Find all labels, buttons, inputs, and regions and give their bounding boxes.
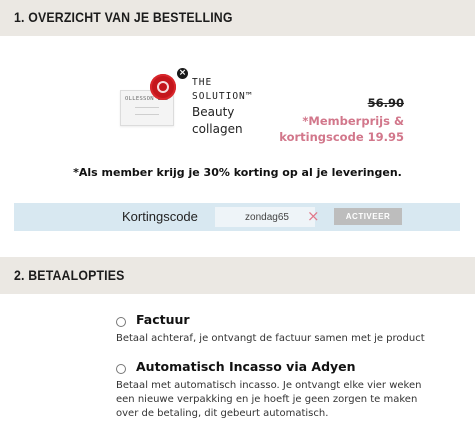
product-image-label bbox=[135, 107, 159, 115]
payment-option-name: Automatisch Incasso via Adyen bbox=[136, 359, 356, 374]
member-price: *Memberprijs & kortingscode 19.95 bbox=[279, 113, 404, 145]
activate-coupon-button[interactable]: ACTIVEER bbox=[334, 208, 402, 225]
radio-button[interactable] bbox=[116, 364, 126, 374]
coupon-input[interactable] bbox=[215, 207, 315, 227]
coupon-label: Kortingscode bbox=[122, 209, 198, 224]
product-name-line2: collagen bbox=[192, 122, 243, 136]
payment-option-name: Factuur bbox=[136, 312, 190, 327]
payment-option-description: Betaal achteraf, je ontvangt de factuur … bbox=[116, 333, 425, 344]
cart-item: OLLESSON LAB × THE SOLUTION™ Beauty coll… bbox=[112, 68, 412, 148]
product-brand-line2: SOLUTION™ bbox=[192, 91, 253, 102]
member-price-line2: kortingscode 19.95 bbox=[279, 130, 404, 144]
payment-options-title: 2. BETAALOPTIES bbox=[14, 267, 125, 283]
payment-option-description: Betaal met automatisch incasso. Je ontva… bbox=[116, 380, 422, 419]
order-overview-header: 1. OVERZICHT VAN JE BESTELLING bbox=[0, 0, 475, 36]
coupon-bar: Kortingscode × ACTIVEER bbox=[14, 203, 460, 231]
radio-button[interactable] bbox=[116, 317, 126, 327]
seal-badge-icon bbox=[150, 74, 176, 100]
clear-coupon-icon[interactable]: × bbox=[307, 207, 320, 225]
member-price-line1: *Memberprijs & bbox=[302, 114, 404, 128]
product-name: THE SOLUTION™ Beauty collagen bbox=[192, 76, 252, 138]
product-name-line1: Beauty bbox=[192, 105, 235, 119]
remove-item-icon[interactable]: × bbox=[177, 68, 188, 79]
product-brand-line1: THE bbox=[192, 77, 213, 88]
order-overview-title: 1. OVERZICHT VAN JE BESTELLING bbox=[14, 9, 233, 25]
original-price: 56.90 bbox=[367, 96, 404, 110]
member-discount-note: *Als member krijg je 30% korting op al j… bbox=[73, 166, 402, 179]
payment-options-header: 2. BETAALOPTIES bbox=[0, 257, 475, 294]
